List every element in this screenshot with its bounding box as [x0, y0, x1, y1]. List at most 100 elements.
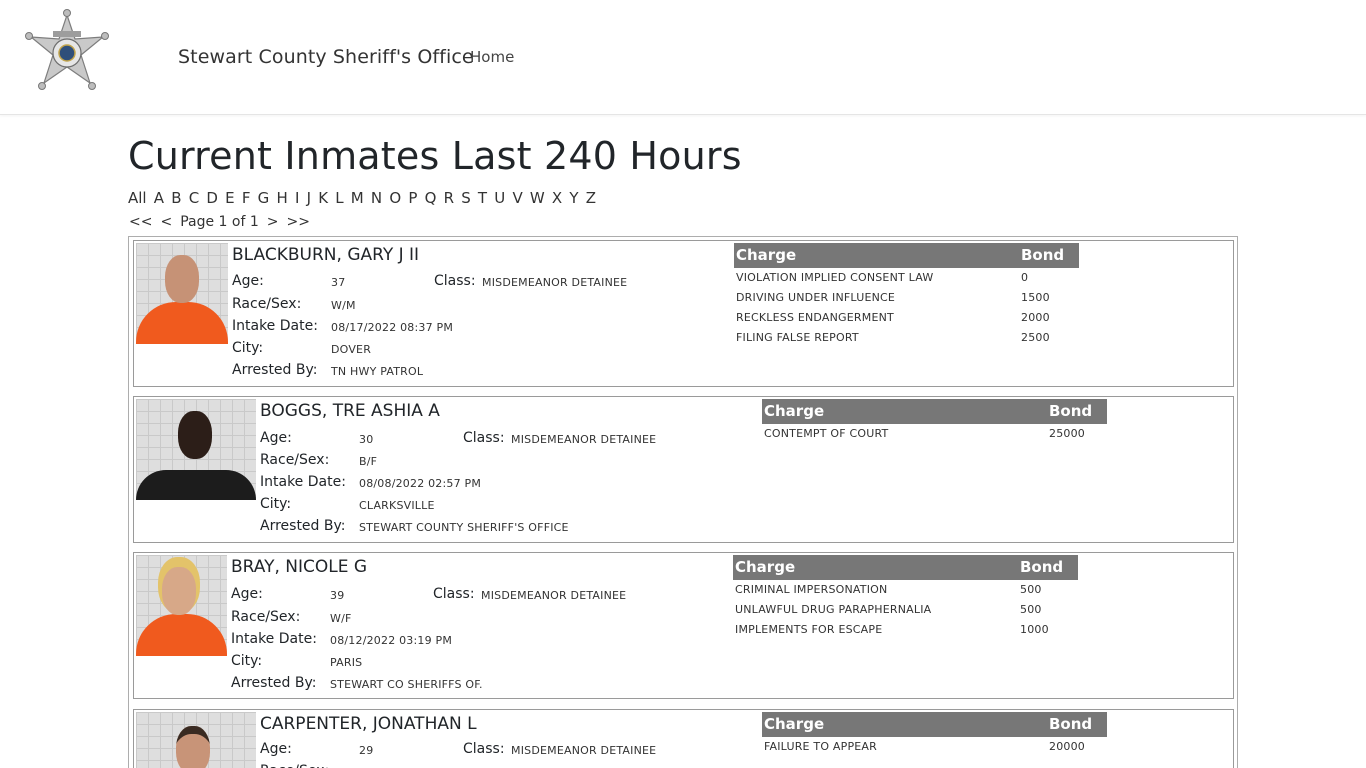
city-label: City: — [260, 496, 292, 512]
alpha-link-l[interactable]: L — [335, 189, 343, 207]
alpha-link-h[interactable]: H — [276, 189, 287, 207]
last-page-link[interactable]: >> — [287, 214, 310, 230]
charges-table: Charge Bond CRIMINAL IMPERSONATION 500 UNL… — [733, 555, 1078, 640]
alpha-link-all[interactable]: All — [128, 189, 147, 207]
alpha-link-z[interactable]: Z — [586, 189, 596, 207]
arrested-by-value: TN HWY PATROL — [331, 365, 424, 378]
alpha-link-n[interactable]: N — [371, 189, 382, 207]
alpha-link-i[interactable]: I — [295, 189, 299, 207]
alpha-link-t[interactable]: T — [478, 189, 487, 207]
first-page-link[interactable]: << — [129, 214, 152, 230]
nav-home-link[interactable]: Home — [470, 48, 514, 66]
alpha-link-d[interactable]: D — [206, 189, 218, 207]
alpha-link-v[interactable]: V — [512, 189, 522, 207]
intake-date-value: 08/12/2022 03:19 PM — [330, 634, 453, 647]
alpha-link-k[interactable]: K — [318, 189, 328, 207]
alpha-link-u[interactable]: U — [494, 189, 505, 207]
charge-text: CONTEMPT OF COURT — [764, 427, 889, 440]
city-value: PARIS — [330, 656, 363, 669]
intake-date-value: 08/17/2022 08:37 PM — [331, 321, 454, 334]
city-label: City: — [232, 340, 264, 356]
next-page-link[interactable]: > — [267, 214, 279, 230]
alpha-link-p[interactable]: P — [408, 189, 417, 207]
alpha-link-w[interactable]: W — [530, 189, 545, 207]
class-label: Class: — [433, 586, 475, 602]
charge-column-header: Charge — [735, 558, 796, 576]
age-label: Age: — [260, 430, 292, 446]
top-navbar: Stewart County Sheriff's Office Home — [0, 0, 1366, 115]
arrested-by-label: Arrested By: — [232, 362, 318, 378]
inmate-photo[interactable] — [136, 243, 228, 344]
alpha-link-c[interactable]: C — [189, 189, 199, 207]
alpha-link-s[interactable]: S — [461, 189, 471, 207]
prev-page-link[interactable]: < — [160, 214, 172, 230]
page-info: Page 1 of 1 — [180, 214, 259, 230]
bond-amount: 25000 — [1049, 427, 1085, 440]
alpha-link-m[interactable]: M — [351, 189, 364, 207]
inmate-photo[interactable] — [136, 712, 256, 768]
brand-title[interactable]: Stewart County Sheriff's Office — [178, 46, 474, 68]
bond-column-header: Bond — [1049, 402, 1093, 420]
alpha-link-a[interactable]: A — [154, 189, 164, 207]
charge-text: FAILURE TO APPEAR — [764, 740, 877, 753]
age-value: 37 — [331, 276, 346, 289]
bond-column-header: Bond — [1049, 715, 1093, 733]
arrested-by-value: STEWART COUNTY SHERIFF'S OFFICE — [359, 521, 569, 534]
charge-text: IMPLEMENTS FOR ESCAPE — [735, 623, 883, 636]
alpha-link-j[interactable]: J — [307, 189, 311, 207]
alpha-link-g[interactable]: G — [258, 189, 270, 207]
class-label: Class: — [434, 273, 476, 289]
age-label: Age: — [231, 586, 263, 602]
alpha-link-f[interactable]: F — [242, 189, 251, 207]
charge-text: FILING FALSE REPORT — [736, 331, 859, 344]
bond-amount: 500 — [1020, 603, 1042, 616]
sheriff-star-logo[interactable] — [24, 9, 110, 105]
charge-row: DRIVING UNDER INFLUENCE 1500 — [734, 288, 1079, 308]
inmate-photo[interactable] — [136, 399, 256, 500]
bond-amount: 1000 — [1020, 623, 1049, 636]
alpha-link-o[interactable]: O — [389, 189, 401, 207]
charges-table: Charge Bond FAILURE TO APPEAR 20000 — [762, 712, 1107, 757]
alpha-link-r[interactable]: R — [444, 189, 454, 207]
race-sex-label: Race/Sex: — [260, 452, 330, 468]
charge-row: RECKLESS ENDANGERMENT 2000 — [734, 308, 1079, 328]
inmate-name[interactable]: BRAY, NICOLE G — [231, 557, 367, 577]
bond-column-header: Bond — [1020, 558, 1064, 576]
class-value: MISDEMEANOR DETAINEE — [511, 433, 657, 446]
inmate-photo[interactable] — [136, 555, 227, 656]
alphabet-filter: All A B C D E F G H I J K L M N O P Q R … — [128, 189, 603, 207]
age-label: Age: — [260, 741, 292, 757]
bond-amount: 500 — [1020, 583, 1042, 596]
charge-text: CRIMINAL IMPERSONATION — [735, 583, 888, 596]
charges-table: Charge Bond CONTEMPT OF COURT 25000 — [762, 399, 1107, 444]
inmate-card: BLACKBURN, GARY J II Age: 37 Class: MISD… — [133, 240, 1234, 387]
class-label: Class: — [463, 430, 505, 446]
alpha-link-q[interactable]: Q — [425, 189, 437, 207]
class-label: Class: — [463, 741, 505, 757]
bond-amount: 1500 — [1021, 291, 1050, 304]
city-value: CLARKSVILLE — [359, 499, 435, 512]
inmate-name[interactable]: BLACKBURN, GARY J II — [232, 245, 419, 265]
alpha-link-y[interactable]: Y — [569, 189, 578, 207]
charge-row: CRIMINAL IMPERSONATION 500 — [733, 580, 1078, 600]
charge-row: UNLAWFUL DRUG PARAPHERNALIA 500 — [733, 600, 1078, 620]
charge-row: FILING FALSE REPORT 2500 — [734, 328, 1079, 348]
charge-row: VIOLATION IMPLIED CONSENT LAW 0 — [734, 268, 1079, 288]
inmate-name[interactable]: BOGGS, TRE ASHIA A — [260, 401, 440, 421]
charge-text: DRIVING UNDER INFLUENCE — [736, 291, 896, 304]
age-value: 39 — [330, 589, 345, 602]
intake-date-value: 08/08/2022 02:57 PM — [359, 477, 482, 490]
alpha-link-e[interactable]: E — [225, 189, 234, 207]
charge-row: IMPLEMENTS FOR ESCAPE 1000 — [733, 620, 1078, 640]
charges-table: Charge Bond VIOLATION IMPLIED CONSENT LAW… — [734, 243, 1079, 348]
race-sex-value: W/F — [330, 612, 352, 625]
alpha-link-x[interactable]: X — [552, 189, 562, 207]
charge-text: UNLAWFUL DRUG PARAPHERNALIA — [735, 603, 932, 616]
intake-date-label: Intake Date: — [232, 318, 318, 334]
inmate-name[interactable]: CARPENTER, JONATHAN L — [260, 714, 477, 734]
bond-column-header: Bond — [1021, 246, 1065, 264]
charge-row: FAILURE TO APPEAR 20000 — [762, 737, 1107, 757]
class-value: MISDEMEANOR DETAINEE — [511, 744, 657, 757]
charges-header: Charge Bond — [734, 243, 1079, 268]
alpha-link-b[interactable]: B — [171, 189, 181, 207]
